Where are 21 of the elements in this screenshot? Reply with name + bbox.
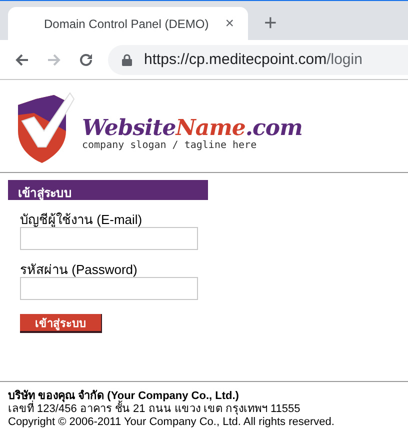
address-text: เลขที่ 123/456 อาคาร ชั้น 21 ถนน แขวง เขต กรุงเทพฯ 11555	[8, 403, 408, 416]
input-field[interactable]	[20, 227, 198, 250]
login-button[interactable]: เข้าสู่ระบบ	[20, 314, 102, 333]
close-icon[interactable]: ×	[225, 15, 234, 32]
field-label: บัญชีผู้ใช้งาน (E-mail)	[20, 212, 144, 227]
forward-icon[interactable]	[46, 52, 62, 68]
company-name: บริษัท ของคุณ จำกัด (Your Company Co., Ltd.)	[8, 390, 240, 402]
url-text: https://cp.meditecpoint.com/login	[144, 51, 362, 68]
field-label: รหัสผ่าน (Password)	[20, 262, 138, 277]
section-heading: เข้าสู่ระบบ	[8, 180, 208, 200]
tagline: company slogan / tagline here	[82, 140, 258, 150]
browser-tab[interactable]: Domain Control Panel (DEMO) ×	[8, 7, 248, 40]
logo-wordmark: WebsiteName.com	[82, 116, 302, 140]
lock-icon	[122, 54, 132, 66]
input-field[interactable]	[20, 277, 198, 300]
copyright-text: Copyright © 2006-2011 Your Company Co., Ltd. All rights reserved.	[8, 416, 336, 429]
back-icon[interactable]	[14, 52, 30, 68]
address-bar[interactable]: https://cp.meditecpoint.com/login	[108, 44, 408, 74]
reload-icon[interactable]	[78, 52, 94, 68]
new-tab-button[interactable]: +	[264, 12, 277, 34]
tab-title: Domain Control Panel (DEMO)	[44, 16, 209, 30]
